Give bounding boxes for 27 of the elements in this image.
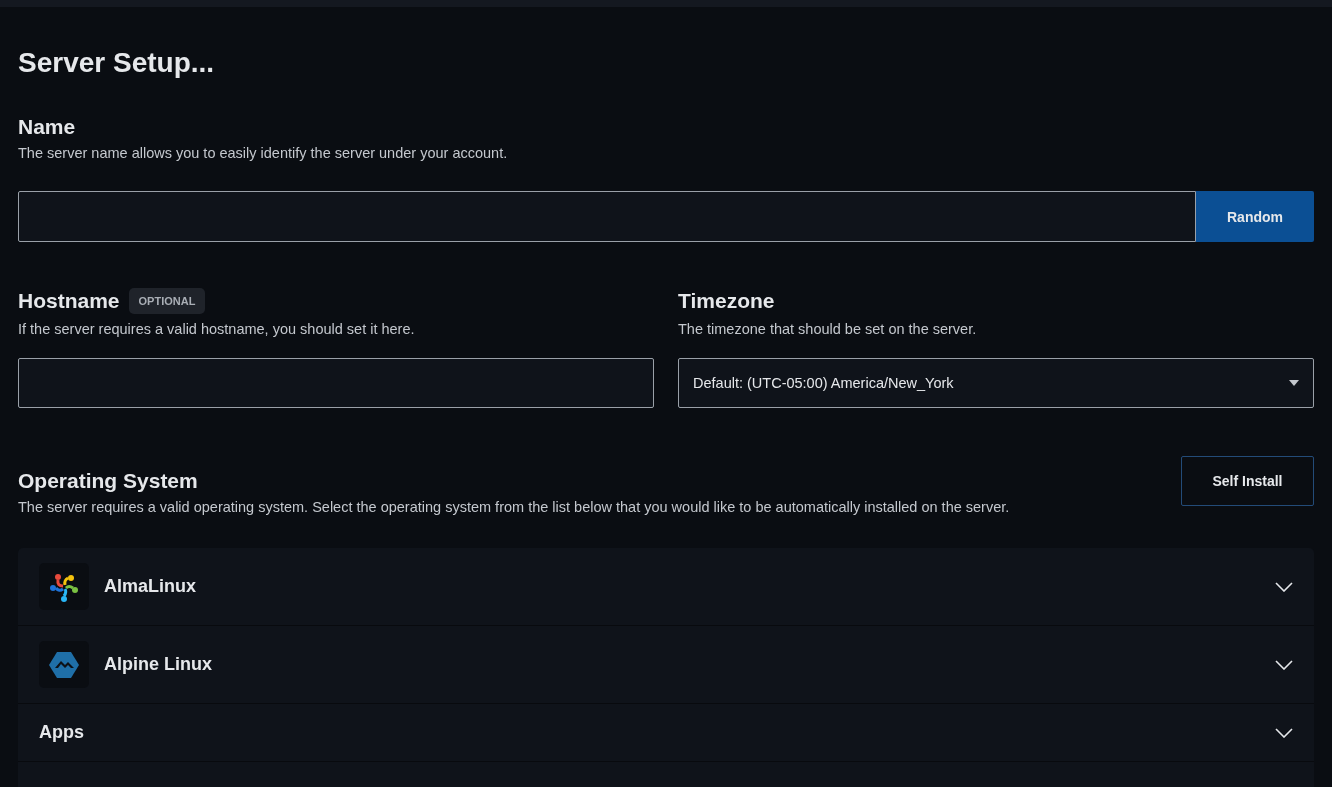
chevron-icon: [1275, 727, 1293, 738]
timezone-dropdown[interactable]: Default: (UTC-05:00) America/New_York: [678, 358, 1314, 408]
section-description: The server name allows you to easily identify the server under your account.: [18, 144, 509, 162]
optional-badge: OPTIONAL: [128, 288, 206, 314]
self-install-button[interactable]: Self Install: [1181, 456, 1314, 506]
os-name: AlmaLinux: [104, 576, 196, 597]
chevron-icon: [1275, 659, 1293, 670]
os-list-row[interactable]: AlmaLinux: [18, 548, 1314, 626]
hostname-input-field[interactable]: [18, 358, 654, 408]
section-description: The timezone that should be set on the server.: [678, 320, 978, 338]
section-heading: Name: [18, 114, 76, 140]
chevron-icon: [1275, 581, 1293, 592]
name-input-field[interactable]: [18, 191, 1196, 242]
os-list-row[interactable]: Apps: [18, 704, 1314, 762]
os-name: Alpine Linux: [104, 654, 212, 675]
pinwheel-icon: [49, 571, 79, 602]
section-description: If the server requires a valid hostname, you should set it here.: [18, 320, 416, 338]
section-description: The server requires a valid operating system. Select the operating system from the list below that you would like to be automatically installed on the server.: [18, 498, 1011, 516]
page-title: Server Setup...: [18, 47, 216, 79]
os-list-row[interactable]: Alpine Linux: [18, 626, 1314, 704]
group-name: Apps: [39, 722, 84, 743]
dropdown-caret-icon: [1289, 380, 1299, 386]
section-heading: Timezone: [678, 288, 775, 314]
section-heading: Hostname: [18, 288, 120, 314]
hexagon-mountain-icon: [49, 651, 79, 678]
random-button[interactable]: Random: [1196, 191, 1314, 242]
section-heading: Operating System: [18, 468, 198, 494]
